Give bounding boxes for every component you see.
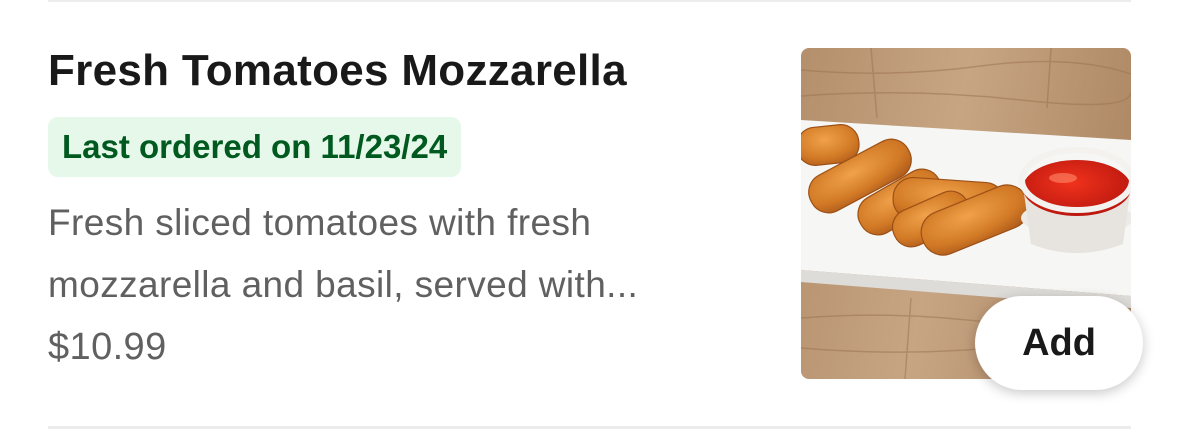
description-line: Fresh sliced tomatoes with fresh (48, 202, 592, 243)
item-description: Fresh sliced tomatoes with fresh mozzare… (48, 192, 748, 316)
top-divider (48, 0, 1131, 2)
add-button[interactable]: Add (975, 296, 1143, 390)
item-title: Fresh Tomatoes Mozzarella (48, 46, 627, 95)
last-ordered-badge: Last ordered on 11/23/24 (48, 117, 462, 177)
description-line: mozzarella and basil, served with... (48, 264, 639, 305)
bottom-divider (48, 426, 1131, 429)
menu-item-card[interactable]: Fresh Tomatoes Mozzarella Last ordered o… (0, 0, 1179, 442)
item-price: $10.99 (48, 326, 167, 368)
